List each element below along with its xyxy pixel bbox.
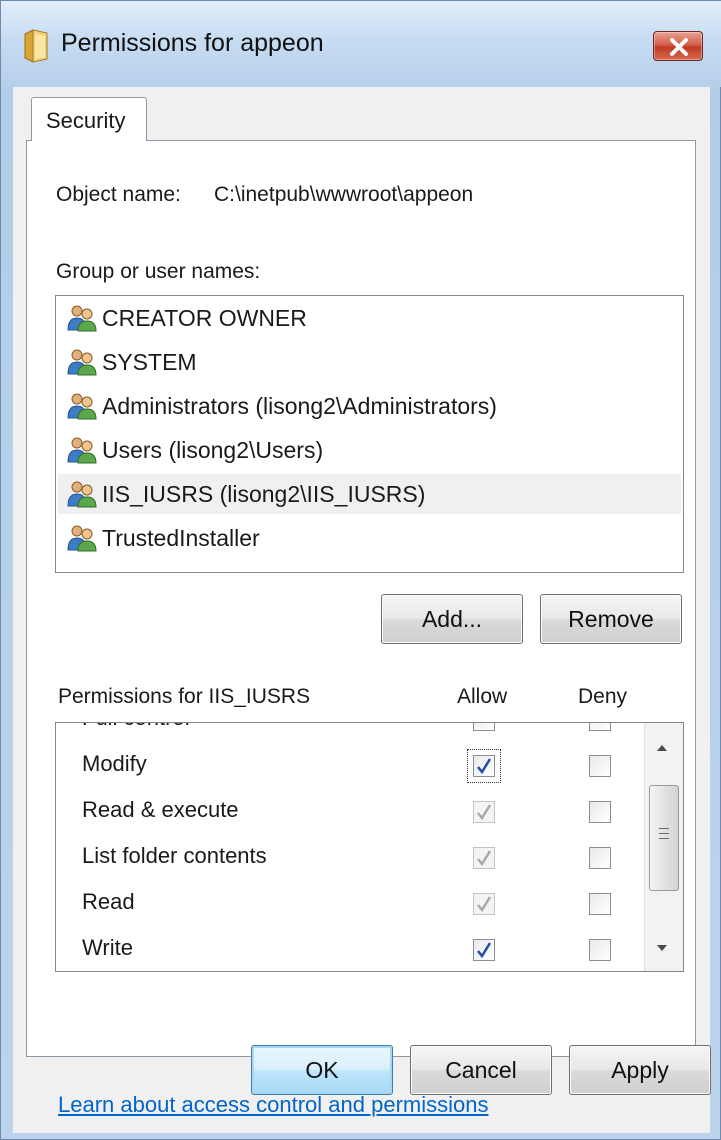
access-control-help-link[interactable]: Learn about access control and permissio… [58,1092,488,1118]
deny-checkbox[interactable] [589,893,611,915]
users-icon [66,524,98,552]
permission-label: Write [82,935,133,960]
users-icon [66,304,98,332]
apply-button[interactable]: Apply [569,1045,711,1095]
permissions-for-label: Permissions for IIS_IUSRS [58,685,311,708]
folder-icon [24,29,48,63]
object-name-label: Object name: [56,183,181,206]
allow-checkbox [473,893,495,915]
list-item-label: IIS_IUSRS (lisong2\IIS_IUSRS) [102,481,426,507]
group-user-listbox[interactable]: CREATOR OWNER SYSTEM Administrators (lis… [55,295,684,573]
dialog-body: Security Object name: C:\inetpub\wwwroot… [13,87,710,1133]
deny-checkbox[interactable] [589,755,611,777]
permission-row: Read & execute [56,789,641,835]
deny-checkbox[interactable] [589,939,611,961]
permission-label: Modify [82,751,147,776]
permission-row: Modify [56,743,641,789]
grip-line [659,828,669,829]
object-name-value: C:\inetpub\wwwroot\appeon [214,183,474,206]
grip-line [659,833,669,834]
permissions-scrollbar[interactable] [644,723,683,971]
add-button[interactable]: Add... [381,594,523,644]
permission-row: Full control [56,723,641,743]
close-button[interactable] [653,31,703,61]
deny-column-header: Deny [578,685,628,708]
tab-label: Security [46,108,126,133]
list-item-label: CREATOR OWNER [102,305,307,331]
list-item-label: SYSTEM [102,349,197,375]
deny-checkbox[interactable] [589,847,611,869]
scroll-down-arrow-icon[interactable] [657,945,667,951]
permissions-dialog: Permissions for appeon Security Object n… [0,0,721,1140]
close-icon [670,38,688,56]
cancel-button[interactable]: Cancel [410,1045,552,1095]
list-item[interactable]: Administrators (lisong2\Administrators) [58,386,681,426]
permission-label: Read [82,889,135,914]
list-item-label: TrustedInstaller [102,525,260,551]
users-icon [66,392,98,420]
allow-column-header: Allow [457,685,508,708]
users-icon [66,436,98,464]
list-item[interactable]: CREATOR OWNER [58,298,681,338]
title-bar: Permissions for appeon [1,1,721,87]
users-icon [66,348,98,376]
list-item[interactable]: Users (lisong2\Users) [58,430,681,470]
users-icon [66,480,98,508]
permission-row: Write [56,927,641,971]
list-item[interactable]: TrustedInstaller [58,518,681,558]
list-item-label: Users (lisong2\Users) [102,437,324,463]
window-title: Permissions for appeon [61,29,324,57]
scroll-thumb[interactable] [649,785,679,891]
allow-checkbox[interactable] [473,939,495,961]
allow-checkbox[interactable] [473,723,495,731]
list-item-label: Administrators (lisong2\Administrators) [102,393,497,419]
list-item[interactable]: SYSTEM [58,342,681,382]
ok-button[interactable]: OK [251,1045,393,1095]
permission-label: List folder contents [82,843,267,868]
deny-checkbox[interactable] [589,801,611,823]
permission-row: Read [56,881,641,927]
tab-security[interactable]: Security [31,97,147,141]
allow-checkbox [473,847,495,869]
group-list-label: Group or user names: [56,260,260,284]
remove-button[interactable]: Remove [540,594,682,644]
permission-label: Full control [82,723,190,731]
scroll-up-arrow-icon[interactable] [657,745,667,751]
list-item[interactable]: IIS_IUSRS (lisong2\IIS_IUSRS) [58,474,681,514]
apply-button-label: Apply [611,1057,669,1083]
permission-row: List folder contents [56,835,641,881]
focus-ring [467,749,501,783]
grip-line [659,838,669,839]
group-list-label-text: Group or user names: [56,260,261,283]
permissions-list: Write Read List folder contents Read & exec… [55,722,684,972]
allow-checkbox [473,801,495,823]
permission-label: Read & execute [82,797,239,822]
deny-checkbox[interactable] [589,723,611,731]
